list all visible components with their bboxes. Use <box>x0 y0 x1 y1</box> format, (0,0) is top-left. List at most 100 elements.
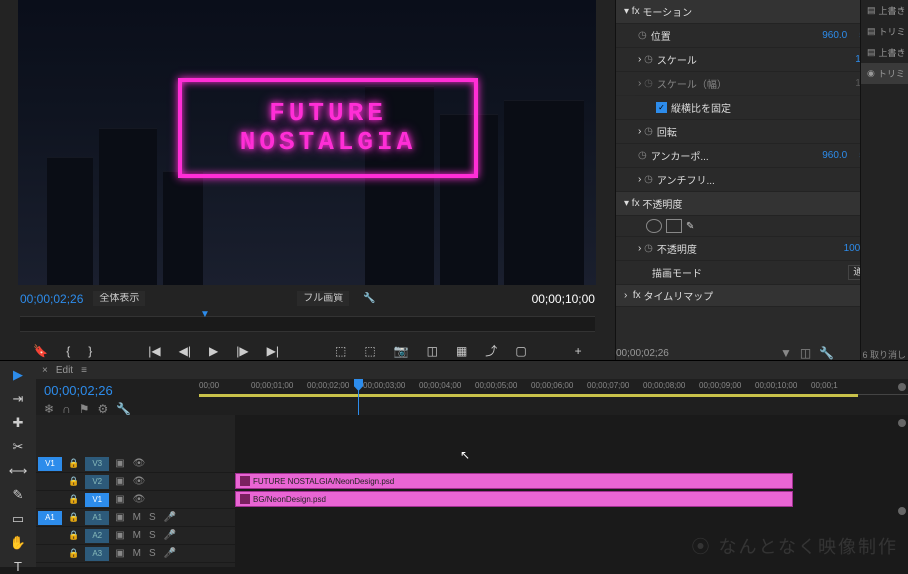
scroll-handle-icon[interactable] <box>898 419 906 427</box>
program-monitor[interactable]: FUTURE NOSTALGIA <box>18 0 596 285</box>
marker-icon[interactable]: ⚑ <box>79 402 90 416</box>
track-header-a1[interactable]: A1 🔒 A1 ▣ M S 🎤 <box>36 509 235 527</box>
fx-badge-icon <box>240 476 250 486</box>
zoom-level-select[interactable]: 全体表示 <box>93 291 145 306</box>
button-editor-icon[interactable]: + <box>575 344 582 358</box>
current-timecode[interactable]: 00;00;02;26 <box>20 292 83 306</box>
duration-timecode[interactable]: 00;00;10;00 <box>532 292 595 306</box>
effects-wrench-icon[interactable]: 🔧 <box>819 346 834 360</box>
rectangle-tool-icon[interactable]: ▭ <box>9 511 27 527</box>
voice-over-icon[interactable]: 🎤 <box>160 512 180 523</box>
voice-over-icon[interactable]: 🎤 <box>160 548 180 559</box>
tab-menu-icon[interactable]: ≡ <box>81 365 87 376</box>
comparison-icon[interactable]: ◫ <box>427 344 438 358</box>
history-item[interactable]: ▤ 上書き <box>861 0 908 21</box>
linked-selection-icon[interactable]: ∩ <box>62 402 71 416</box>
share-icon[interactable]: ⤴ <box>485 342 497 359</box>
clip-v1[interactable]: BG/NeonDesign.psd <box>235 491 793 507</box>
safe-margins-icon[interactable]: ▦ <box>456 344 467 358</box>
mute-button[interactable]: M <box>129 512 145 523</box>
stopwatch-icon[interactable]: ◷ <box>644 243 653 254</box>
playback-quality-select[interactable]: フル画質 <box>297 291 349 306</box>
lock-icon[interactable]: 🔒 <box>64 530 83 541</box>
mute-button[interactable]: M <box>129 530 145 541</box>
history-item[interactable]: ◉ トリミ <box>861 63 908 84</box>
track-header-a3[interactable]: 🔒 A3 ▣ M S 🎤 <box>36 545 235 563</box>
source-patch-v1[interactable]: V1 <box>38 457 62 471</box>
toggle-output-icon[interactable]: ▣ <box>111 476 128 487</box>
pen-tool-icon[interactable]: ✎ <box>9 487 27 503</box>
slip-tool-icon[interactable]: ⟷ <box>9 463 27 479</box>
hand-tool-icon[interactable]: ✋ <box>9 535 27 551</box>
work-area-bar[interactable] <box>199 394 858 397</box>
clip-v2[interactable]: FUTURE NOSTALGIA/NeonDesign.psd <box>235 473 793 489</box>
go-to-out-icon[interactable]: ▶| <box>267 344 279 358</box>
voice-over-icon[interactable]: 🎤 <box>160 530 180 541</box>
anchor-x[interactable]: 960.0 <box>814 150 855 161</box>
stopwatch-icon[interactable]: ◷ <box>644 54 653 65</box>
track-header-v1[interactable]: 🔒 V1 ▣ 👁 <box>36 491 235 509</box>
filter-icon[interactable]: ▼ <box>780 346 792 360</box>
close-tab-icon[interactable]: × <box>42 365 48 376</box>
step-back-icon[interactable]: ◀| <box>179 344 191 358</box>
timeline-wrench-icon[interactable]: 🔧 <box>116 402 131 416</box>
sequence-tab[interactable]: Edit <box>56 365 73 376</box>
selection-tool-icon[interactable]: ▶ <box>9 367 27 383</box>
track-select-tool-icon[interactable]: ⇥ <box>9 391 27 407</box>
toggle-output-icon[interactable]: ▣ <box>111 458 128 469</box>
razor-tool-icon[interactable]: ✂ <box>9 439 27 455</box>
effects-settings-icon[interactable]: ◫ <box>800 346 811 360</box>
export-frame-icon[interactable]: 📷 <box>394 344 409 358</box>
pen-mask-icon[interactable]: ✎ <box>686 221 694 232</box>
track-header-v3[interactable]: V1 🔒 V3 ▣ 👁 <box>36 455 235 473</box>
add-marker-icon[interactable]: 🔖 <box>33 344 48 358</box>
mark-out-icon[interactable]: } <box>88 344 92 358</box>
solo-button[interactable]: S <box>145 530 160 541</box>
ripple-edit-tool-icon[interactable]: ✚ <box>9 415 27 431</box>
mute-button[interactable]: M <box>129 548 145 559</box>
effects-footer-timecode[interactable]: 00;00;02;26 <box>616 348 669 359</box>
position-x[interactable]: 960.0 <box>814 30 855 41</box>
proxy-icon[interactable]: ▢ <box>515 344 526 358</box>
lock-icon[interactable]: 🔒 <box>64 512 83 523</box>
play-icon[interactable]: ▶ <box>209 344 218 358</box>
stopwatch-icon[interactable]: ◷ <box>638 30 647 41</box>
eye-icon[interactable]: 👁 <box>129 458 150 469</box>
timeline-timecode[interactable]: 00;00;02;26 <box>44 383 191 398</box>
ellipse-mask-icon[interactable] <box>646 219 662 233</box>
extract-icon[interactable]: ⬚ <box>364 344 375 358</box>
eye-icon[interactable]: 👁 <box>129 476 150 487</box>
toggle-output-icon[interactable]: ▣ <box>111 530 128 541</box>
toggle-output-icon[interactable]: ▣ <box>111 512 128 523</box>
toggle-output-icon[interactable]: ▣ <box>111 548 128 559</box>
timeline-settings-icon[interactable]: ⚙ <box>97 402 108 416</box>
monitor-scrub-bar[interactable] <box>20 316 595 332</box>
toggle-output-icon[interactable]: ▣ <box>111 494 128 505</box>
rectangle-mask-icon[interactable] <box>666 219 682 233</box>
step-forward-icon[interactable]: |▶ <box>236 344 248 358</box>
stopwatch-icon[interactable]: ◷ <box>638 150 647 161</box>
mark-in-icon[interactable]: { <box>66 344 70 358</box>
history-item[interactable]: ▤ 上書き <box>861 42 908 63</box>
uniform-scale-checkbox[interactable]: ✓ <box>656 102 667 113</box>
solo-button[interactable]: S <box>145 512 160 523</box>
history-item[interactable]: ▤ トリミ <box>861 21 908 42</box>
track-header-v2[interactable]: 🔒 V2 ▣ 👁 <box>36 473 235 491</box>
lock-icon[interactable]: 🔒 <box>64 476 83 487</box>
source-patch-a1[interactable]: A1 <box>38 511 62 525</box>
snap-icon[interactable]: ❄ <box>44 402 54 416</box>
stopwatch-icon[interactable]: ◷ <box>644 174 653 185</box>
time-ruler[interactable]: 00;00 00;00;01;00 00;00;02;00 00;00;03;0… <box>199 379 908 415</box>
stopwatch-icon[interactable]: ◷ <box>644 126 653 137</box>
lock-icon[interactable]: 🔒 <box>64 494 83 505</box>
settings-icon[interactable]: 🔧 <box>363 293 375 304</box>
go-to-in-icon[interactable]: |◀ <box>148 344 160 358</box>
lock-icon[interactable]: 🔒 <box>64 548 83 559</box>
lift-icon[interactable]: ⬚ <box>335 344 346 358</box>
eye-icon[interactable]: 👁 <box>129 494 150 505</box>
scroll-handle-icon[interactable] <box>898 383 906 391</box>
solo-button[interactable]: S <box>145 548 160 559</box>
scroll-handle-icon[interactable] <box>898 507 906 515</box>
lock-icon[interactable]: 🔒 <box>64 458 83 469</box>
track-header-a2[interactable]: 🔒 A2 ▣ M S 🎤 <box>36 527 235 545</box>
